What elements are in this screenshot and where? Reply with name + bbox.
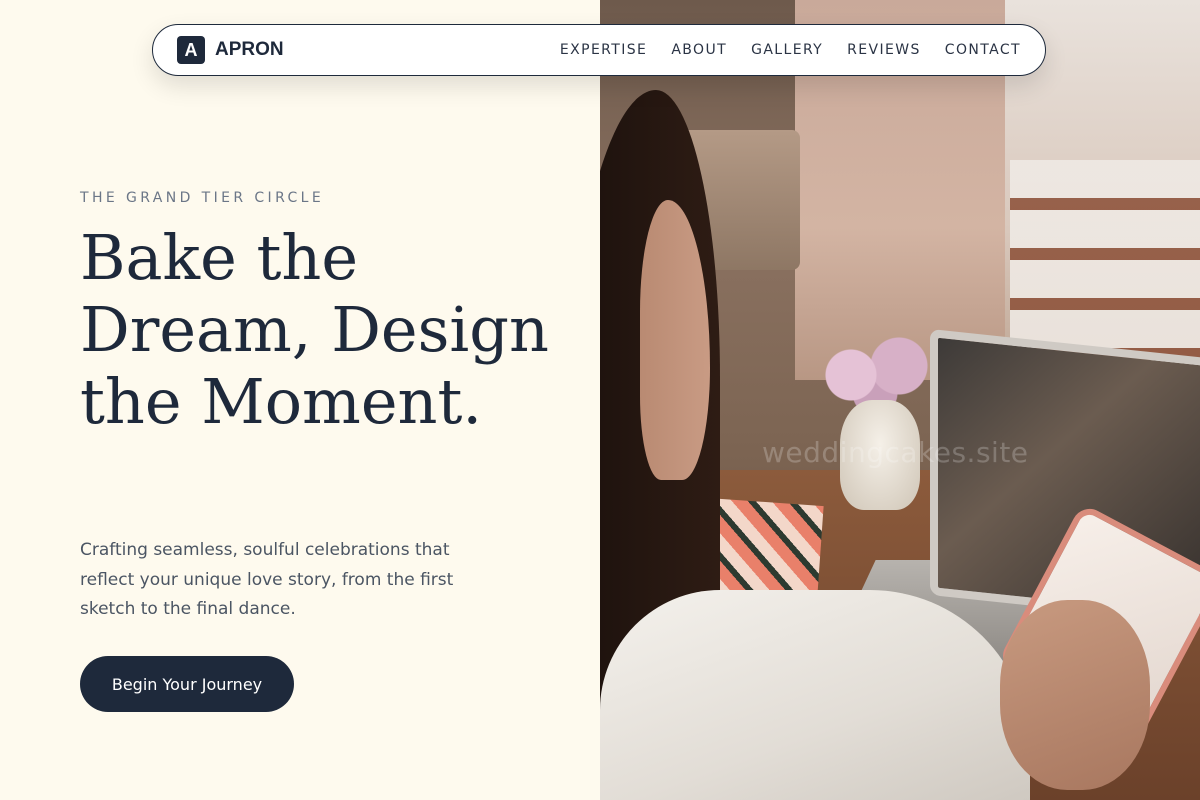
nav-link-about[interactable]: ABOUT [671,42,727,58]
nav-link-contact[interactable]: CONTACT [945,42,1021,58]
brand-mark-icon: A [177,36,205,64]
hero-subtext: Crafting seamless, soulful celebrations … [80,540,454,619]
begin-journey-button[interactable]: Begin Your Journey [80,656,294,712]
page: weddingcakes.site A APRON EXPERTISE ABOU… [0,0,1200,800]
navbar: A APRON EXPERTISE ABOUT GALLERY REVIEWS … [152,24,1046,76]
brand-name: APRON [215,39,284,60]
brand-logo[interactable]: A APRON [177,36,284,64]
hero-photo: weddingcakes.site [600,0,1200,800]
nav-links: EXPERTISE ABOUT GALLERY REVIEWS CONTACT [560,42,1021,58]
photo-hand [1000,600,1150,790]
hero-eyebrow: THE GRAND TIER CIRCLE [80,190,325,206]
photo-watermark: weddingcakes.site [762,436,1029,469]
nav-link-expertise[interactable]: EXPERTISE [560,42,647,58]
photo-person-shirt [600,590,1030,800]
nav-link-reviews[interactable]: REVIEWS [847,42,921,58]
nav-link-gallery[interactable]: GALLERY [751,42,823,58]
hero-headline: Bake the Dream, Design the Moment. [80,221,549,438]
